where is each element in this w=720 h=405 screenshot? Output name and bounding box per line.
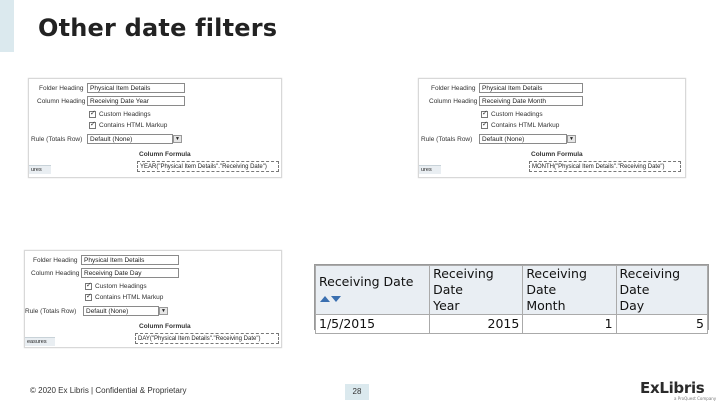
page-title: Other date filters bbox=[38, 14, 278, 42]
column-header-label: Receiving Date bbox=[619, 266, 681, 297]
logo-text: ExLibris bbox=[640, 379, 705, 397]
table-cell: 1/5/2015 bbox=[314, 314, 431, 334]
column-formula-field[interactable]: MONTH("Physical Item Details"."Receiving… bbox=[529, 161, 681, 172]
rule-totals-label: Rule (Totals Row) bbox=[421, 136, 473, 143]
title-accent-bar bbox=[0, 0, 14, 52]
custom-headings-checkbox[interactable] bbox=[89, 109, 96, 118]
measures-strip: easures bbox=[25, 337, 55, 346]
column-header-label: Year bbox=[433, 298, 460, 313]
column-heading-label: Column Heading bbox=[429, 98, 478, 105]
folder-heading-label: Folder Heading bbox=[33, 257, 78, 264]
folder-heading-field[interactable]: Physical Item Details bbox=[479, 83, 583, 93]
report-results-table: Receiving Date Receiving Date Year Recei… bbox=[314, 264, 709, 334]
custom-headings-checkbox[interactable] bbox=[85, 281, 92, 290]
contains-html-label: Contains HTML Markup bbox=[99, 122, 168, 129]
logo-subtext: a ProQuest Company bbox=[674, 396, 717, 401]
table-cell: 2015 bbox=[429, 314, 524, 334]
folder-heading-label: Folder Heading bbox=[431, 85, 476, 92]
custom-headings-label: Custom Headings bbox=[99, 111, 151, 118]
contains-html-checkbox[interactable] bbox=[481, 120, 488, 129]
column-formula-label: Column Formula bbox=[531, 151, 583, 158]
measures-strip: ures bbox=[29, 165, 51, 174]
column-properties-panel-day: Folder Heading Physical Item Details Col… bbox=[24, 250, 282, 348]
column-heading-field[interactable]: Receiving Date Month bbox=[479, 96, 583, 106]
table-cell: 5 bbox=[615, 314, 709, 334]
column-header-label: Day bbox=[619, 298, 645, 313]
exlibris-logo: ExLibris a ProQuest Company bbox=[640, 378, 716, 401]
measures-strip: ures bbox=[419, 165, 441, 174]
contains-html-label: Contains HTML Markup bbox=[491, 122, 560, 129]
column-header-label: Receiving Date bbox=[319, 273, 414, 289]
column-properties-panel-year: Folder Heading Physical Item Details Col… bbox=[28, 78, 282, 178]
footer-copyright: © 2020 Ex Libris | Confidential & Propri… bbox=[30, 386, 187, 395]
column-formula-field[interactable]: DAY("Physical Item Details"."Receiving D… bbox=[135, 333, 279, 344]
custom-headings-label: Custom Headings bbox=[95, 283, 147, 290]
folder-heading-field[interactable]: Physical Item Details bbox=[87, 83, 185, 93]
page-number: 28 bbox=[345, 384, 369, 400]
rule-totals-select[interactable]: Default (None) bbox=[479, 134, 567, 144]
table-row: 1/5/2015 2015 1 5 bbox=[314, 314, 709, 334]
column-heading-field[interactable]: Receiving Date Day bbox=[81, 268, 179, 278]
column-header-receiving-date-day[interactable]: Receiving Date Day bbox=[615, 265, 709, 315]
rule-totals-select[interactable]: Default (None) bbox=[83, 306, 159, 316]
custom-headings-label: Custom Headings bbox=[491, 111, 543, 118]
rule-totals-select[interactable]: Default (None) bbox=[87, 134, 173, 144]
column-heading-label: Column Heading bbox=[31, 270, 80, 277]
table-cell: 1 bbox=[522, 314, 617, 334]
column-header-label: Receiving Date bbox=[526, 266, 587, 297]
column-header-label: Month bbox=[526, 298, 566, 313]
column-header-label: Receiving Date bbox=[433, 266, 494, 297]
rule-totals-label: Rule (Totals Row) bbox=[25, 308, 77, 315]
column-heading-label: Column Heading bbox=[37, 98, 86, 105]
sort-descending-icon[interactable] bbox=[331, 296, 341, 303]
rule-totals-label: Rule (Totals Row) bbox=[31, 136, 83, 143]
column-formula-field[interactable]: YEAR("Physical Item Details"."Receiving … bbox=[137, 161, 279, 172]
custom-headings-checkbox[interactable] bbox=[481, 109, 488, 118]
chevron-down-icon[interactable]: ▼ bbox=[173, 135, 182, 143]
column-header-receiving-date-year[interactable]: Receiving Date Year bbox=[429, 265, 524, 315]
contains-html-checkbox[interactable] bbox=[85, 292, 92, 301]
contains-html-checkbox[interactable] bbox=[89, 120, 96, 129]
column-formula-label: Column Formula bbox=[139, 323, 191, 330]
column-properties-panel-month: Folder Heading Physical Item Details Col… bbox=[418, 78, 686, 178]
column-heading-field[interactable]: Receiving Date Year bbox=[87, 96, 185, 106]
column-header-receiving-date[interactable]: Receiving Date bbox=[314, 265, 431, 315]
chevron-down-icon[interactable]: ▼ bbox=[159, 307, 168, 315]
sort-icons[interactable] bbox=[320, 290, 341, 306]
folder-heading-field[interactable]: Physical Item Details bbox=[81, 255, 179, 265]
sort-ascending-icon[interactable] bbox=[320, 296, 330, 303]
contains-html-label: Contains HTML Markup bbox=[95, 294, 164, 301]
column-formula-label: Column Formula bbox=[139, 151, 191, 158]
folder-heading-label: Folder Heading bbox=[39, 85, 84, 92]
column-header-receiving-date-month[interactable]: Receiving Date Month bbox=[522, 265, 617, 315]
chevron-down-icon[interactable]: ▼ bbox=[567, 135, 576, 143]
